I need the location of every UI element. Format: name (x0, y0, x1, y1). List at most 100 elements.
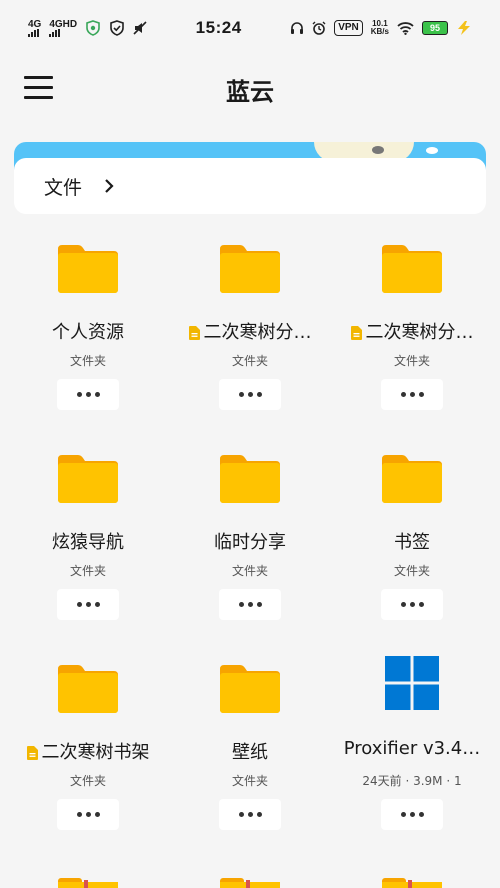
item-meta: 文件夹 (231, 354, 268, 368)
item-name: 二次寒树分… (331, 318, 493, 344)
more-options-button[interactable] (381, 799, 443, 830)
item-meta: 文件夹 (69, 354, 106, 368)
file-grid-item[interactable]: 壁纸 文件夹 (169, 650, 331, 860)
dot (400, 812, 406, 817)
page-title: 蓝云 (226, 78, 274, 106)
item-meta: 文件夹 (393, 564, 430, 578)
dot (409, 602, 415, 607)
file-grid-item[interactable]: 书签 文件夹 (331, 440, 493, 650)
check-shield-icon (110, 20, 124, 36)
battery-indicator: 95 (421, 21, 448, 35)
more-options-button[interactable] (219, 799, 281, 830)
file-grid-item[interactable]: 临时分享 文件夹 (169, 440, 331, 650)
windows-icon (385, 656, 439, 710)
more-options-button[interactable] (219, 379, 281, 410)
file-grid-item[interactable]: 炫猿导航 文件夹 (7, 440, 169, 650)
dot (400, 392, 406, 397)
item-name-text: 炫猿导航 (52, 532, 124, 553)
document-badge-icon (26, 746, 38, 760)
dot (85, 602, 91, 607)
folder-icon (58, 665, 118, 713)
item-meta: 文件夹 (393, 354, 430, 368)
item-meta: 文件夹 (69, 774, 106, 788)
dot (409, 812, 415, 817)
network-speed-unit: KB/s (370, 27, 389, 36)
network-type-label: 4GHD (49, 18, 78, 30)
dot (85, 392, 91, 397)
vpn-badge: VPN (334, 20, 363, 36)
file-grid-item[interactable]: 二次寒树书架 文件夹 (7, 650, 169, 860)
breadcrumb-label[interactable]: 文件 (44, 173, 82, 200)
item-name: 炫猿导航 (7, 528, 169, 554)
folder-icon (220, 665, 280, 713)
chevron-right-icon[interactable] (102, 179, 116, 193)
file-grid-item[interactable]: 二次寒树分… 文件夹 (331, 230, 493, 440)
item-name-text: Proxifier v3.4… (343, 738, 481, 759)
more-options-button[interactable] (381, 379, 443, 410)
more-options-button[interactable] (381, 589, 443, 620)
item-name: 个人资源 (7, 318, 169, 344)
dot (85, 812, 91, 817)
dot (238, 392, 244, 397)
more-options-button[interactable] (57, 379, 119, 410)
signal-bars-icon (49, 28, 77, 37)
banner-character-eye (372, 146, 384, 154)
folder-icon (58, 455, 118, 503)
item-name-text: 二次寒树分… (365, 322, 474, 343)
dot (94, 812, 100, 817)
dot (238, 812, 244, 817)
item-name-text: 二次寒树分… (203, 322, 312, 343)
breadcrumb[interactable]: 文件 (14, 158, 486, 214)
item-name-text: 书签 (394, 532, 430, 553)
dot (238, 602, 244, 607)
folder-icon (220, 878, 280, 888)
dot (94, 392, 100, 397)
item-name-text: 二次寒树书架 (41, 742, 150, 763)
charging-icon (457, 21, 470, 35)
alarm-icon (312, 21, 326, 35)
dot (76, 392, 82, 397)
item-meta: 文件夹 (69, 564, 106, 578)
folder-icon (382, 245, 442, 293)
banner-cloud (426, 147, 438, 154)
wifi-icon (397, 22, 414, 35)
headphone-icon (291, 22, 304, 34)
dot (94, 602, 100, 607)
partial-row (0, 870, 500, 888)
more-options-button[interactable] (57, 589, 119, 620)
item-meta: 文件夹 (231, 564, 268, 578)
shield-icon (86, 20, 100, 36)
document-badge-icon (350, 326, 362, 340)
dot (256, 392, 262, 397)
item-name-text: 个人资源 (52, 322, 124, 343)
item-name: 临时分享 (169, 528, 331, 554)
signal-bars-icon (28, 28, 41, 37)
item-name: 二次寒树书架 (7, 738, 169, 764)
file-grid-item[interactable]: 二次寒树分… 文件夹 (169, 230, 331, 440)
item-name: 书签 (331, 528, 493, 554)
file-grid-item[interactable]: 个人资源 文件夹 (7, 230, 169, 440)
network-speed: 10.1 KB/s (371, 20, 389, 36)
item-meta: 文件夹 (231, 774, 268, 788)
dot (76, 812, 82, 817)
dot (400, 602, 406, 607)
document-badge-icon (188, 326, 200, 340)
item-name: 二次寒树分… (169, 318, 331, 344)
no-sound-icon (133, 21, 147, 35)
file-grid-item[interactable]: Proxifier v3.4… 24天前 · 3.9M · 1 (331, 650, 493, 860)
more-options-button[interactable] (57, 799, 119, 830)
item-name: Proxifier v3.4… (331, 738, 493, 759)
network-type-label: 4G (28, 18, 42, 30)
folder-icon (382, 878, 442, 888)
more-options-button[interactable] (219, 589, 281, 620)
status-right: VPN 10.1 KB/s 95 (290, 20, 472, 36)
folder-icon (382, 455, 442, 503)
dot (247, 812, 253, 817)
item-name-text: 临时分享 (214, 532, 286, 553)
dot (409, 392, 415, 397)
status-left: 4G 4GHD (28, 18, 147, 37)
dot (247, 602, 253, 607)
dot (256, 602, 262, 607)
status-bar: 4G 4GHD 15:24 VPN 10.1 KB/s 95 (0, 0, 500, 56)
folder-icon (58, 245, 118, 293)
